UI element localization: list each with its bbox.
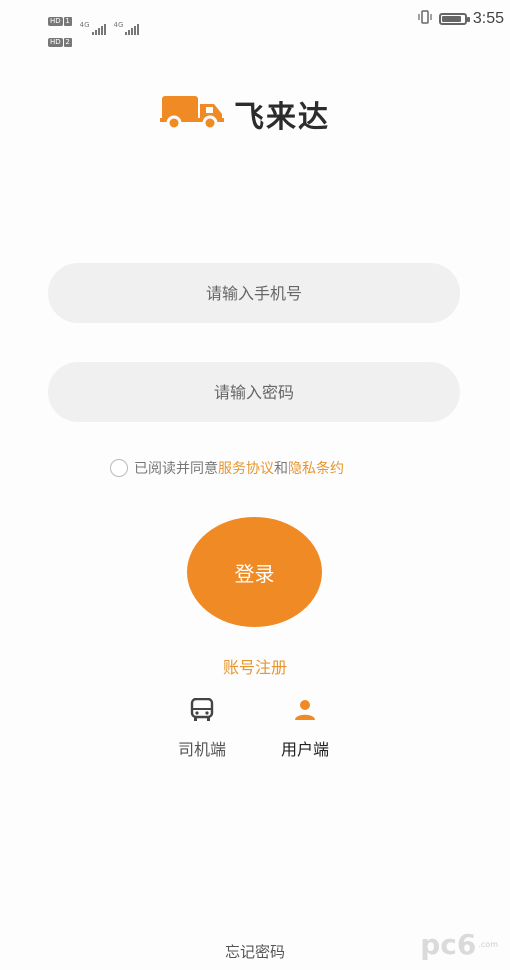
battery-icon	[438, 13, 470, 25]
role-driver[interactable]: 司机端	[162, 697, 242, 760]
delivery-truck-icon	[160, 92, 226, 136]
privacy-policy-link[interactable]: 隐私条约	[288, 461, 344, 477]
role-driver-label: 司机端	[177, 740, 226, 759]
signal-icon-sim1: 4G	[80, 21, 106, 35]
role-user-label: 用户端	[280, 740, 329, 759]
signal-icon-sim2: 4G	[114, 21, 140, 35]
status-bar: HD 1 HD 2 4G 4G 3:55	[0, 0, 510, 47]
vibrate-icon	[417, 10, 433, 28]
app-name: 飞来达	[234, 100, 330, 135]
sim-status: HD 1 HD 2 4G 4G	[48, 8, 140, 48]
hd-badge-2: HD	[48, 38, 63, 47]
service-agreement-link[interactable]: 服务协议	[218, 461, 274, 477]
login-screen: HD 1 HD 2 4G 4G 3:55 飞来达 请输入手机号 已阅读并同意服务…	[0, 0, 510, 970]
register-link[interactable]: 账号注册	[0, 654, 510, 678]
sim-2-badge: 2	[63, 38, 72, 47]
agreement-checkbox[interactable]	[110, 459, 128, 477]
sim-1-badge: 1	[63, 17, 72, 26]
password-input[interactable]	[48, 362, 460, 422]
agreement-row: 已阅读并同意服务协议和隐私条约	[110, 458, 344, 478]
agreement-text: 已阅读并同意服务协议和隐私条约	[134, 461, 344, 477]
login-button[interactable]: 登录	[187, 517, 322, 627]
hd-badge-1: HD	[48, 17, 63, 26]
app-logo: 飞来达	[160, 92, 330, 136]
phone-input[interactable]	[48, 263, 460, 323]
bus-icon	[189, 697, 215, 726]
user-icon	[292, 698, 318, 726]
role-user[interactable]: 用户端	[265, 698, 345, 760]
status-time: 3:55	[472, 10, 504, 27]
watermark-logo: pc6 .com	[420, 928, 498, 961]
